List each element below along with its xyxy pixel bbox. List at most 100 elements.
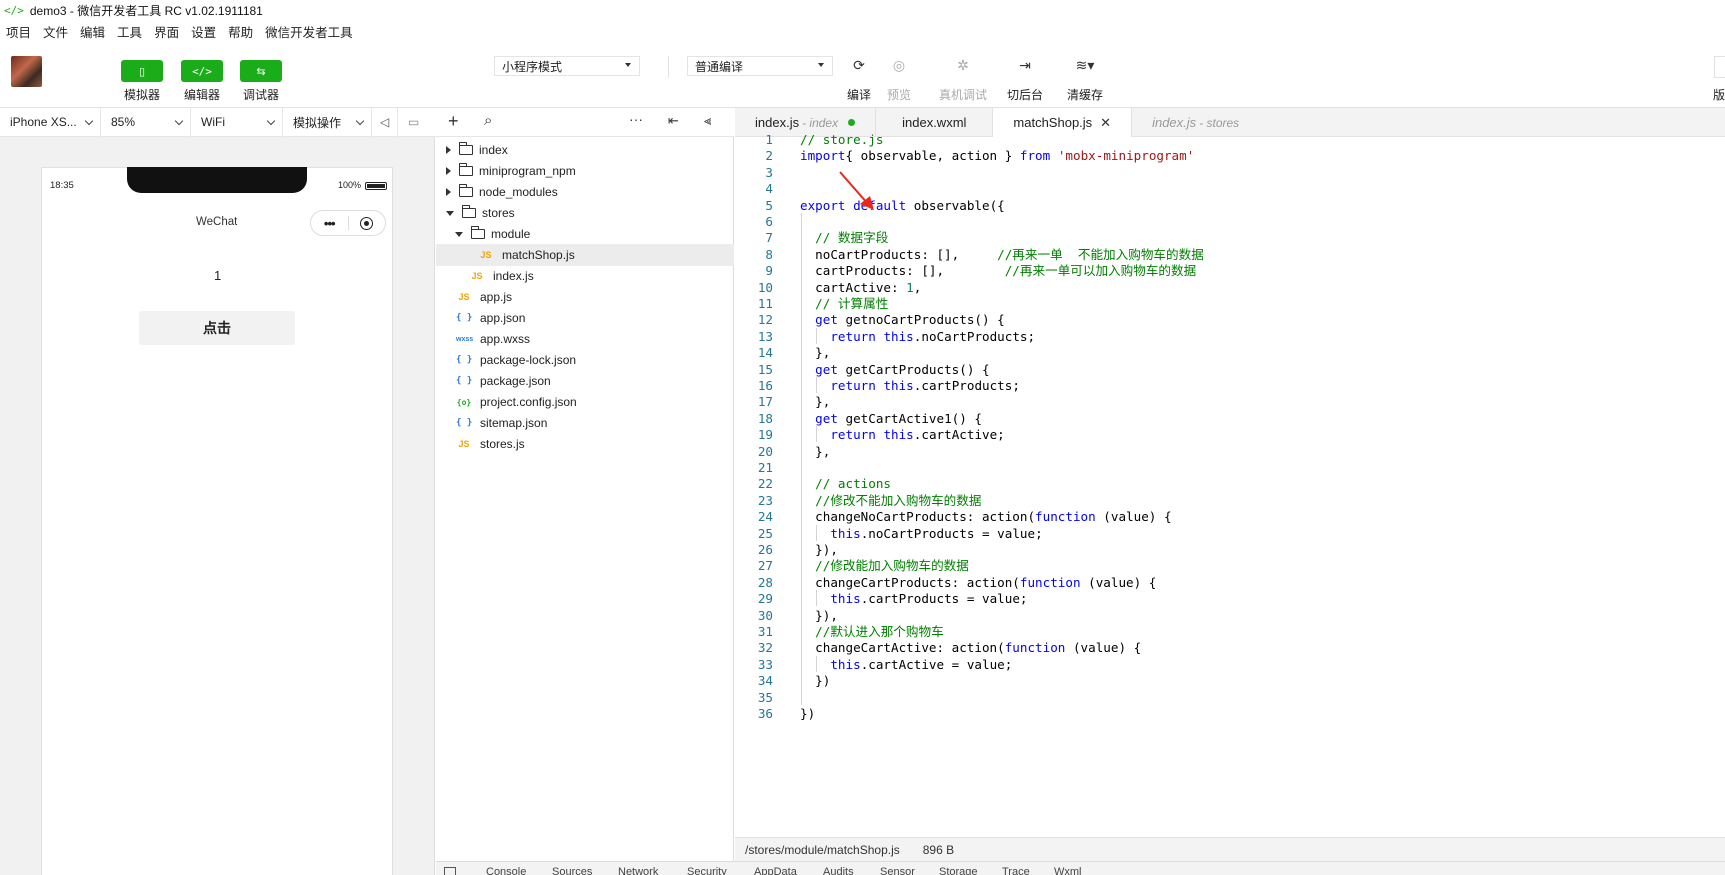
code-line[interactable]: // 数据字段	[800, 229, 888, 247]
preview-button[interactable]: ◎	[878, 54, 920, 76]
indent-guide	[816, 656, 817, 672]
code-line[interactable]: import{ observable, action } from 'mobx-…	[800, 147, 1194, 165]
simulate-action-select[interactable]: 模拟操作	[283, 107, 372, 137]
tab-sensor[interactable]: Sensor	[880, 866, 915, 875]
zoom-select[interactable]: 85%	[101, 107, 191, 137]
menu-item-tools[interactable]: 工具	[117, 22, 142, 41]
tree-item-miniprogram-npm[interactable]: miniprogram_npm	[436, 160, 734, 182]
clear-cache-button[interactable]: ≋▾	[1064, 54, 1106, 76]
code-line[interactable]: this.cartProducts = value;	[800, 590, 1027, 608]
mode-select[interactable]: 小程序模式	[494, 56, 640, 76]
tree-item-package-json[interactable]: { } package.json	[436, 370, 734, 392]
device-select[interactable]: iPhone XS...	[0, 107, 101, 137]
version-label: 版	[1713, 88, 1725, 102]
clear-cache-label: 清缓存	[1066, 88, 1103, 102]
code-line[interactable]: return this.cartActive;	[800, 426, 1004, 444]
code-line[interactable]: })	[800, 672, 830, 690]
json-file-icon: { }	[456, 313, 473, 323]
tab-index-wxml[interactable]: index.wxml	[876, 108, 994, 137]
tab-label: index.js	[1152, 115, 1197, 130]
indent-guide	[801, 213, 802, 705]
code-line[interactable]: return this.noCartProducts;	[800, 328, 1035, 346]
code-line[interactable]: },	[800, 443, 830, 461]
tree-item-matchshop-js[interactable]: JS matchShop.js	[436, 244, 734, 266]
version-button[interactable]	[1714, 56, 1725, 78]
line-number: 36	[757, 706, 773, 721]
tree-item-package-lock-json[interactable]: { } package-lock.json	[436, 349, 734, 371]
tree-item-app-json[interactable]: { } app.json	[436, 307, 734, 329]
background-button[interactable]: ⇥	[1004, 54, 1046, 76]
tree-item-label: miniprogram_npm	[479, 164, 576, 178]
nav-title: WeChat	[196, 216, 238, 228]
mute-button[interactable]: ◁	[372, 107, 398, 137]
menu-item-help[interactable]: 帮助	[228, 22, 253, 41]
code-line[interactable]: })	[800, 705, 815, 723]
speaker-icon: ◁	[380, 115, 390, 129]
tab-security[interactable]: Security	[687, 866, 727, 875]
debugger-toggle-button[interactable]: ⇆	[240, 60, 282, 82]
tab-stores-index-js[interactable]: index.js - stores	[1132, 108, 1259, 137]
tab-network[interactable]: Network	[618, 866, 658, 875]
code-line[interactable]: cartProducts: [], //再来一单可以加入购物车的数据	[800, 262, 1196, 280]
tab-wxml[interactable]: Wxml	[1054, 866, 1082, 875]
editor-toggle-button[interactable]: </>	[181, 60, 223, 82]
window-mode-button[interactable]: ▭	[398, 108, 434, 137]
more-icon[interactable]: ···	[629, 111, 643, 127]
caret-down-icon	[818, 63, 824, 67]
simulator-label: 模拟器	[123, 88, 160, 102]
split-icon[interactable]: ⫷	[704, 113, 711, 129]
click-button-label: 点击	[203, 320, 231, 336]
line-number: 17	[757, 394, 773, 409]
tab-sources[interactable]: Sources	[552, 866, 592, 875]
menu-item-file[interactable]: 文件	[43, 22, 68, 41]
real-device-debug-button[interactable]: ✲	[942, 54, 984, 76]
tree-item-stores[interactable]: stores	[436, 202, 734, 224]
more-dots-icon[interactable]: •••	[311, 216, 348, 231]
menu-item-project[interactable]: 项目	[6, 22, 31, 41]
code-line[interactable]: get getnoCartProducts() {	[800, 311, 1005, 329]
tab-matchshop-js[interactable]: matchShop.js ✕	[993, 108, 1133, 137]
tab-storage[interactable]: Storage	[939, 866, 978, 875]
tree-item-stores-js[interactable]: JS stores.js	[436, 433, 734, 455]
inspect-icon[interactable]	[444, 867, 456, 875]
tree-item-app-js[interactable]: JS app.js	[436, 286, 734, 308]
code-line[interactable]: // actions	[800, 475, 891, 493]
click-button[interactable]: 点击	[139, 311, 295, 345]
tree-item-index-js[interactable]: JS index.js	[436, 265, 734, 287]
close-circle-icon[interactable]	[348, 216, 385, 230]
simulator-toggle-button[interactable]: ▯	[121, 60, 163, 82]
tab-audits[interactable]: Audits	[823, 866, 854, 875]
menu-item-settings[interactable]: 设置	[191, 22, 216, 41]
code-line[interactable]: this.cartActive = value;	[800, 656, 1012, 674]
menu-item-view[interactable]: 界面	[154, 22, 179, 41]
tree-item-node-modules[interactable]: node_modules	[436, 181, 734, 203]
network-select[interactable]: WiFi	[191, 107, 283, 137]
collapse-icon[interactable]: ⇤	[668, 113, 679, 129]
code-line[interactable]: export default observable({	[800, 197, 1005, 215]
compile-select[interactable]: 普通编译	[687, 56, 833, 76]
menu-item-edit[interactable]: 编辑	[80, 22, 105, 41]
code-line[interactable]: changeCartActive: action(function (value…	[800, 639, 1141, 657]
chevron-right-icon	[446, 146, 451, 154]
search-icon[interactable]: ⌕	[484, 112, 492, 129]
close-icon[interactable]: ✕	[1100, 115, 1111, 131]
menu-item-devtools[interactable]: 微信开发者工具	[265, 22, 353, 41]
tree-item-app-wxss[interactable]: wxss app.wxss	[436, 328, 734, 350]
code-line[interactable]: },	[800, 344, 830, 362]
tree-item-sitemap-json[interactable]: { } sitemap.json	[436, 412, 734, 434]
code-line[interactable]: },	[800, 393, 830, 411]
tree-item-module[interactable]: module	[436, 223, 734, 245]
tree-item-index[interactable]: index	[436, 139, 734, 161]
tree-item-project-config-json[interactable]: {o} project.config.json	[436, 391, 734, 413]
code-line[interactable]: changeNoCartProducts: action(function (v…	[800, 508, 1171, 526]
code-line[interactable]: return this.cartProducts;	[800, 377, 1020, 395]
compile-button[interactable]: ⟳	[838, 54, 880, 76]
line-number: 34	[757, 673, 773, 688]
add-icon[interactable]: +	[448, 111, 459, 132]
tab-appdata[interactable]: AppData	[754, 866, 797, 875]
tab-trace[interactable]: Trace	[1002, 866, 1030, 875]
real-device-debug-label: 真机调试	[938, 88, 987, 102]
code-line[interactable]: //修改能加入购物车的数据	[800, 557, 969, 575]
tab-console[interactable]: Console	[486, 866, 526, 875]
avatar[interactable]	[11, 56, 42, 87]
